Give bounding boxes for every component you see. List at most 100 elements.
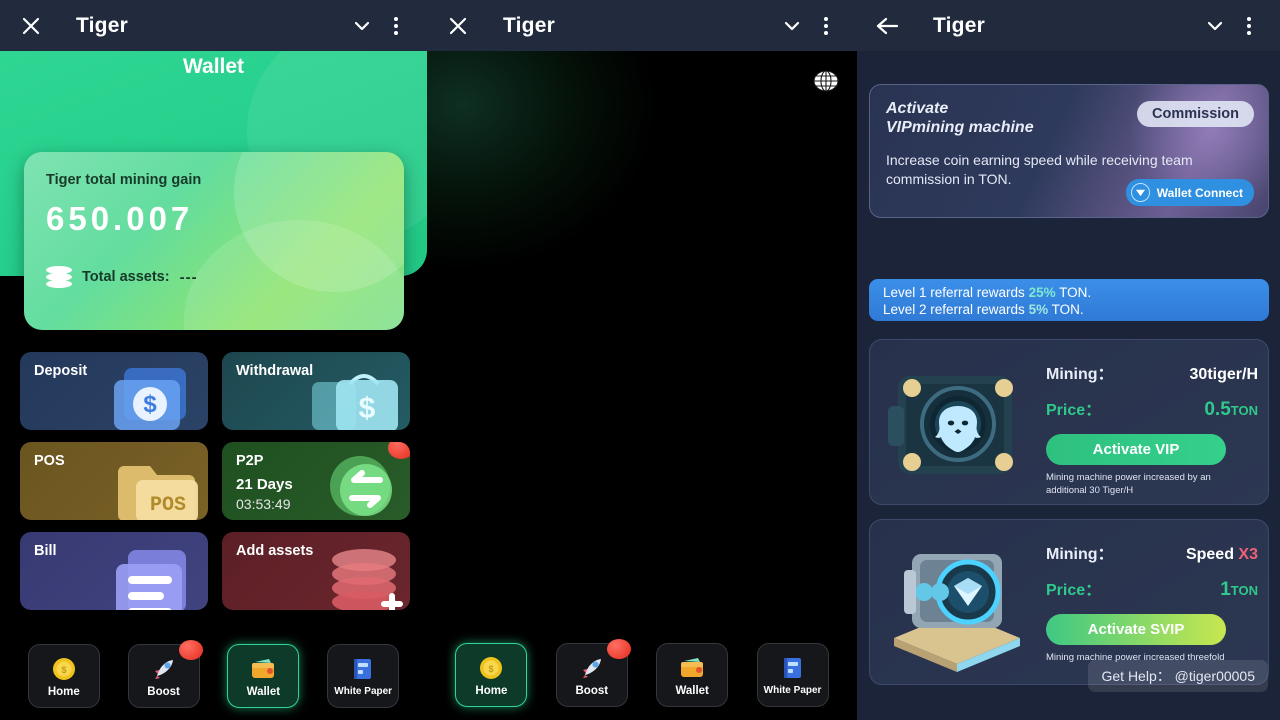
nav-item-home[interactable]: $ Home [455, 643, 528, 707]
wallet-icon [248, 655, 278, 683]
nav-item-wallet[interactable]: Wallet [227, 644, 300, 708]
tile-bill[interactable]: Bill [20, 532, 208, 610]
nav-item-boost[interactable]: Boost [127, 640, 203, 708]
tile-label: P2P [236, 453, 264, 469]
appbar-game: Tiger [427, 0, 857, 51]
price-value: 1TON [1220, 579, 1258, 600]
referral-rewards-banner: Level 1 referral rewards 25% TON. Level … [869, 279, 1269, 321]
nav-label: White Paper [334, 686, 393, 697]
more-vertical-icon[interactable] [379, 9, 413, 43]
tile-label: Deposit [34, 363, 88, 379]
wallet-card-label: Tiger total mining gain [46, 172, 202, 188]
chevron-down-icon[interactable] [345, 9, 379, 43]
price-value: 0.5TON [1204, 399, 1258, 420]
price-row: Price： 0.5TON [1046, 396, 1258, 421]
machine-info-vip: Mining： 30tiger/H Price： 0.5TON Activate… [1046, 360, 1258, 498]
arrow-left-icon[interactable] [871, 9, 905, 43]
chevron-down-icon[interactable] [1198, 9, 1232, 43]
tile-label: Withdrawal [236, 363, 314, 379]
total-assets-row: Total assets: --- [46, 266, 404, 288]
rocket-icon [577, 654, 607, 682]
bottom-nav-game: $ Home Boost Wallet White Paper [427, 639, 857, 710]
dollar-card-icon: $ [114, 368, 186, 430]
activate-vip-button[interactable]: Activate VIP [1046, 434, 1226, 465]
blue-book-icon [778, 654, 808, 682]
machine-card-vip: Mining： 30tiger/H Price： 0.5TON Activate… [869, 339, 1269, 505]
svg-text:$: $ [143, 391, 157, 418]
panel-game: Tiger 🐯 650.002 🚜 › [427, 0, 857, 720]
nav-item-boost[interactable]: Boost [555, 639, 631, 707]
wallet-tile-grid: Deposit $ Withdrawal $ POS POS P2P 21 Da… [20, 352, 410, 610]
tile-label: POS [34, 453, 65, 469]
tile-deposit[interactable]: Deposit $ [20, 352, 208, 430]
vip-body: Activate VIPmining machine Commission In… [857, 51, 1280, 720]
page-title: Wallet [182, 55, 245, 78]
coin-stack-plus-icon [332, 549, 403, 610]
svg-text:$: $ [359, 392, 376, 425]
price-unit: TON [1230, 583, 1258, 598]
machine-note: Mining machine power increased by an add… [1046, 472, 1211, 496]
svg-text:POS: POS [150, 494, 186, 517]
referral-level2-suffix: TON. [1051, 302, 1084, 318]
price-label: Price： [1046, 402, 1102, 419]
more-vertical-icon[interactable] [809, 9, 843, 43]
globe-icon[interactable] [811, 66, 841, 96]
appbar-title: Tiger [933, 13, 985, 37]
rocket-icon [149, 655, 179, 683]
three-panel-screenshot: Tiger Wallet Tiger total mining gain 650… [0, 0, 1280, 720]
swap-arrows-icon [330, 456, 392, 516]
appbar-title: Tiger [503, 13, 555, 37]
nav-item-wallet[interactable]: Wallet [656, 643, 729, 707]
vip-mining-machine-icon [888, 376, 1013, 474]
promo-title-line1: Activate [886, 100, 949, 117]
tile-pos[interactable]: POS POS [20, 442, 208, 520]
referral-line-1: Level 1 referral rewards 25% TON. [883, 284, 1269, 301]
chevron-down-icon[interactable] [775, 9, 809, 43]
panel-wallet: Tiger Wallet Tiger total mining gain 650… [0, 0, 427, 720]
gold-coin-icon: $ [49, 655, 79, 683]
svg-text:$: $ [489, 664, 494, 674]
wallet-balance-card: Tiger total mining gain 650.007 Total as… [24, 152, 404, 330]
price-row: Price： 1TON [1046, 576, 1258, 601]
ton-diamond-icon [1130, 183, 1150, 202]
pos-folder-icon: POS [118, 466, 198, 520]
mining-label: Mining： [1046, 546, 1114, 563]
tile-add-assets[interactable]: Add assets [222, 532, 410, 610]
nav-label: Boost [147, 685, 180, 698]
more-vertical-icon[interactable] [1232, 9, 1266, 43]
tile-days: 21 Days [236, 476, 293, 493]
appbar-vip: Tiger [857, 0, 1280, 51]
bottom-nav-wallet: $ Home Boost Wallet White Paper [0, 640, 427, 712]
game-background [427, 51, 857, 720]
referral-level1-suffix: TON. [1059, 285, 1092, 300]
activate-svip-button[interactable]: Activate SVIP [1046, 614, 1226, 645]
nav-notification-badge [178, 640, 203, 660]
nav-label: Home [475, 684, 508, 697]
referral-line-2: Level 2 referral rewards 5% TON. [883, 301, 1269, 318]
referral-level1-percent: 25% [1028, 285, 1056, 300]
machine-info-svip: Mining： Speed X3 Price： 1TON Activate SV… [1046, 540, 1258, 665]
tile-withdrawal[interactable]: Withdrawal $ [222, 352, 410, 430]
get-help-badge[interactable]: Get Help： @tiger00005 [1088, 660, 1268, 692]
nav-item-home[interactable]: $ Home [27, 644, 100, 708]
close-icon[interactable] [441, 9, 475, 43]
svip-mining-machine-icon [894, 554, 1020, 672]
nav-label: White Paper [763, 685, 822, 696]
tile-countdown: 03:53:49 [236, 496, 291, 512]
tile-label: Add assets [236, 543, 314, 559]
nav-notification-badge [606, 639, 631, 659]
mining-row: Mining： Speed X3 [1046, 540, 1258, 564]
nav-item-white-paper[interactable]: White Paper [327, 644, 400, 708]
referral-level2-prefix: Level 2 referral rewards [883, 302, 1025, 318]
total-assets-label: Total assets: [82, 269, 170, 285]
withdraw-bag-icon: $ [312, 374, 398, 430]
wallet-card-amount: 650.007 [46, 200, 194, 237]
commission-badge[interactable]: Commission [1136, 101, 1254, 127]
nav-item-white-paper[interactable]: White Paper [756, 643, 829, 707]
referral-level2-percent: 5% [1028, 302, 1049, 318]
close-icon[interactable] [14, 9, 48, 43]
tile-p2p[interactable]: P2P 21 Days 03:53:49 [222, 442, 410, 520]
price-label: Price： [1046, 582, 1102, 599]
wallet-connect-button[interactable]: Wallet Connect [1125, 179, 1254, 206]
promo-title-line2: VIPmining machine [886, 119, 1034, 137]
